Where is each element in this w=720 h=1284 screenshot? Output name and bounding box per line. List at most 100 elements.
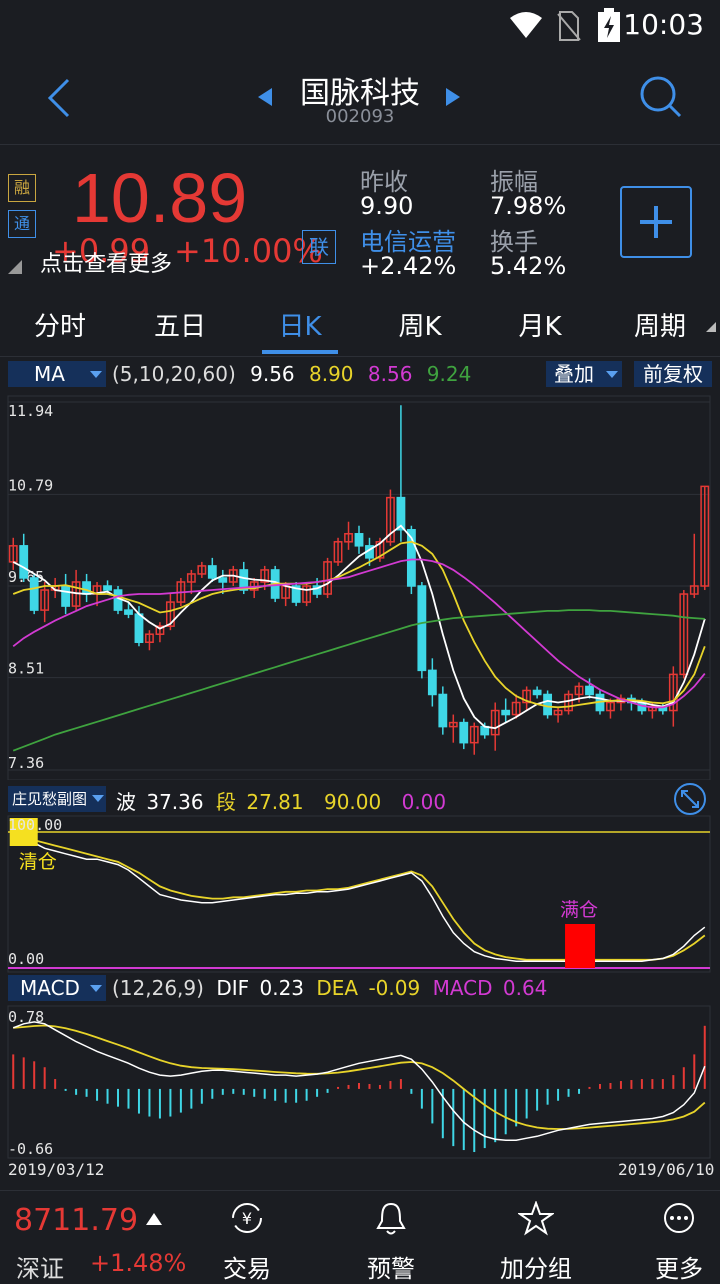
ma5-value: 9.56 bbox=[250, 362, 295, 386]
current-price: 10.89 bbox=[72, 159, 248, 237]
more-icon[interactable] bbox=[662, 1201, 696, 1235]
tab-five-day[interactable]: 五日 bbox=[120, 306, 240, 343]
ma-params: (5,10,20,60) 9.56 8.90 8.56 9.24 bbox=[112, 362, 471, 386]
alert-button[interactable]: 预警 bbox=[331, 1249, 451, 1284]
clear-label: 清仓 bbox=[19, 851, 57, 873]
candle-body bbox=[61, 585, 71, 607]
bottom-toolbar: 8711.79 深证 +1.48% ¥ 交易 预警 加分组 更多 bbox=[0, 1190, 720, 1284]
status-bar: 10:03 bbox=[0, 0, 720, 52]
full-label: 满仓 bbox=[560, 899, 598, 921]
yuan-exchange-icon[interactable]: ¥ bbox=[230, 1201, 264, 1235]
turnover-value: 5.42% bbox=[490, 252, 567, 280]
index-name: 深证 bbox=[16, 1255, 64, 1283]
sector-change: +2.42% bbox=[360, 252, 457, 280]
up-arrow-icon bbox=[146, 1213, 162, 1225]
tab-daily-k[interactable]: 日K bbox=[240, 306, 360, 343]
macd-label: MACD bbox=[432, 976, 493, 1000]
dif-value: 0.23 bbox=[259, 976, 305, 1000]
sub-indicator-chart[interactable]: 清仓满仓 100.00 0.00 bbox=[0, 814, 720, 974]
sub-axis-bottom: 0.00 bbox=[8, 950, 44, 968]
start-date: 2019/03/12 bbox=[8, 1160, 105, 1179]
level-value: 90.00 bbox=[323, 790, 382, 814]
candle-body bbox=[29, 577, 39, 611]
dea-line bbox=[13, 1024, 706, 1130]
macd-axis-bottom: -0.66 bbox=[8, 1140, 53, 1158]
more-button[interactable]: 更多 bbox=[619, 1249, 720, 1284]
ma-line-ma10 bbox=[12, 540, 706, 709]
macd-value: 0.64 bbox=[502, 976, 548, 1000]
prev-close-value: 9.90 bbox=[360, 192, 414, 220]
candle-body bbox=[427, 669, 437, 696]
candle-body bbox=[501, 709, 511, 716]
connect-tag: 通 bbox=[8, 210, 36, 238]
ma20-value: 8.56 bbox=[367, 362, 413, 386]
candle-body bbox=[438, 693, 448, 728]
candle-body bbox=[218, 577, 228, 583]
wave-value: 37.36 bbox=[146, 790, 204, 814]
y-axis-label: 7.36 bbox=[8, 754, 44, 772]
add-group-button[interactable]: 加分组 bbox=[476, 1249, 596, 1284]
chevron-down-icon bbox=[92, 795, 104, 802]
tab-intraday[interactable]: 分时 bbox=[0, 306, 120, 343]
battery-charging-icon bbox=[598, 8, 620, 42]
no-sim-icon bbox=[557, 11, 581, 41]
candle-body bbox=[124, 609, 133, 615]
tab-monthly-k[interactable]: 月K bbox=[480, 306, 600, 343]
end-date: 2019/06/10 bbox=[618, 1160, 715, 1179]
candle-body bbox=[113, 589, 123, 611]
next-stock-icon[interactable] bbox=[446, 88, 462, 106]
more-hint[interactable]: 点击查看更多 bbox=[40, 246, 172, 278]
tab-weekly-k[interactable]: 周K bbox=[360, 306, 480, 343]
candle-body bbox=[134, 613, 144, 643]
wifi-icon bbox=[510, 12, 542, 38]
index-value[interactable]: 8711.79 bbox=[14, 1203, 138, 1238]
candle-body bbox=[207, 565, 217, 579]
ma-params-text: (5,10,20,60) bbox=[112, 362, 236, 386]
y-axis-label: 11.94 bbox=[8, 402, 53, 420]
chevron-down-icon bbox=[90, 371, 102, 378]
ma-line-ma5 bbox=[12, 524, 706, 730]
candle-body bbox=[585, 685, 594, 696]
ma60-value: 9.24 bbox=[426, 362, 472, 386]
chevron-down-icon bbox=[90, 985, 102, 992]
svg-text:¥: ¥ bbox=[242, 1209, 252, 1228]
sub-chart-label: 庄见愁副图 bbox=[12, 790, 88, 808]
tab-period[interactable]: 周期 bbox=[600, 306, 720, 343]
indicator-line-yellow bbox=[12, 831, 706, 961]
macd-select-label: MACD bbox=[20, 976, 80, 1000]
wave-label: 波 bbox=[116, 790, 136, 814]
bell-icon[interactable] bbox=[374, 1201, 408, 1237]
trade-button[interactable]: 交易 bbox=[187, 1249, 307, 1284]
ma10-value: 8.90 bbox=[309, 362, 354, 386]
candle-body bbox=[354, 533, 364, 547]
dea-label: DEA bbox=[316, 976, 359, 1000]
price-change-pct: +10.00% bbox=[174, 232, 323, 270]
macd-chart[interactable]: 0.78 -0.66 bbox=[0, 1004, 720, 1160]
search-icon[interactable] bbox=[638, 74, 682, 118]
margin-tag: 融 bbox=[8, 174, 36, 202]
candle-body bbox=[82, 581, 91, 595]
plus-icon bbox=[640, 206, 672, 238]
expand-icon[interactable] bbox=[672, 782, 708, 816]
clock: 10:03 bbox=[623, 8, 704, 41]
amplitude-value: 7.98% bbox=[490, 192, 567, 220]
adjust-button[interactable]: 前复权 bbox=[634, 361, 712, 387]
chevron-down-icon bbox=[606, 371, 618, 378]
dea-value: -0.09 bbox=[368, 976, 421, 1000]
candle-body bbox=[19, 545, 29, 579]
chart-frame bbox=[7, 395, 711, 780]
candle-body bbox=[103, 585, 112, 591]
full-marker bbox=[565, 924, 596, 968]
dif-label: DIF bbox=[216, 976, 250, 1000]
star-icon[interactable] bbox=[518, 1201, 554, 1237]
ma-select-label: MA bbox=[34, 362, 65, 386]
link-button[interactable]: 联 bbox=[302, 230, 336, 264]
macd-params: (12,26,9) bbox=[112, 976, 204, 1000]
chart-frame bbox=[7, 1005, 711, 1159]
sub-axis-top: 100.00 bbox=[8, 816, 62, 834]
add-watchlist-button[interactable] bbox=[620, 186, 692, 258]
dropdown-corner-icon bbox=[706, 322, 716, 332]
candle-body bbox=[417, 585, 427, 672]
overlay-label: 叠加 bbox=[554, 362, 594, 386]
candlestick-chart[interactable]: 11.9410.799.658.517.36 bbox=[0, 392, 720, 780]
